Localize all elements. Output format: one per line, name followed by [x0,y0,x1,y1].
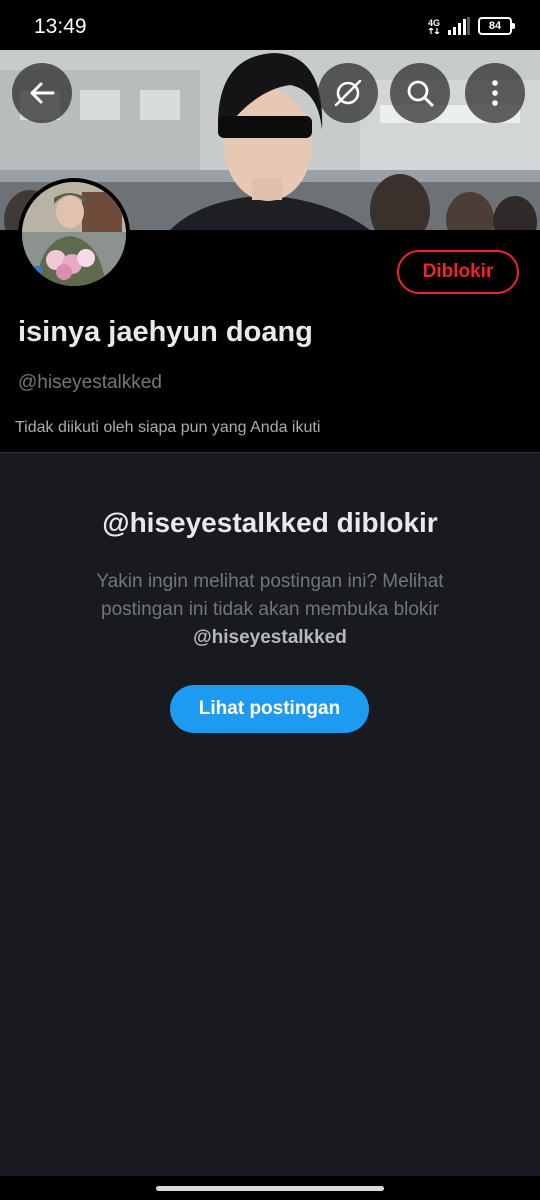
blocked-button[interactable]: Diblokir [397,250,519,294]
blocked-title: @hiseyestalkked diblokir [102,507,438,538]
status-time: 13:49 [34,15,87,38]
grok-icon [334,79,362,107]
display-name: isinya jaehyun doang [18,316,313,348]
system-navigation-bar [0,1176,540,1200]
avatar[interactable] [18,178,130,290]
blocked-description-text: Yakin ingin melihat postingan ini? Melih… [96,571,444,620]
signal-icon [448,17,470,35]
view-posts-button[interactable]: Lihat postingan [170,685,369,733]
data-arrows-icon [428,27,440,34]
blocked-description-handle: @hiseyestalkked [193,627,347,648]
search-button[interactable] [390,63,450,123]
profile-handle: @hiseyestalkked [18,372,162,393]
more-button[interactable] [465,63,525,123]
avatar-photo [22,182,126,286]
network-indicator: 4G [427,17,440,34]
back-button[interactable] [12,63,72,123]
arrow-left-icon [30,82,55,104]
blocked-content-panel [0,453,540,1176]
status-bar: 13:49 4G 84 [0,0,540,50]
home-gesture-handle[interactable] [156,1186,384,1191]
network-type: 4G [427,17,440,28]
followers-you-know-note[interactable]: Tidak diikuti oleh siapa pun yang Anda i… [15,419,320,437]
search-icon [407,80,434,107]
battery-indicator: 84 [478,17,515,35]
status-icons: 4G 84 [427,17,515,35]
more-vertical-icon [492,80,498,106]
blocked-description: Yakin ingin melihat postingan ini? Melih… [60,568,480,652]
grok-button[interactable] [318,63,378,123]
